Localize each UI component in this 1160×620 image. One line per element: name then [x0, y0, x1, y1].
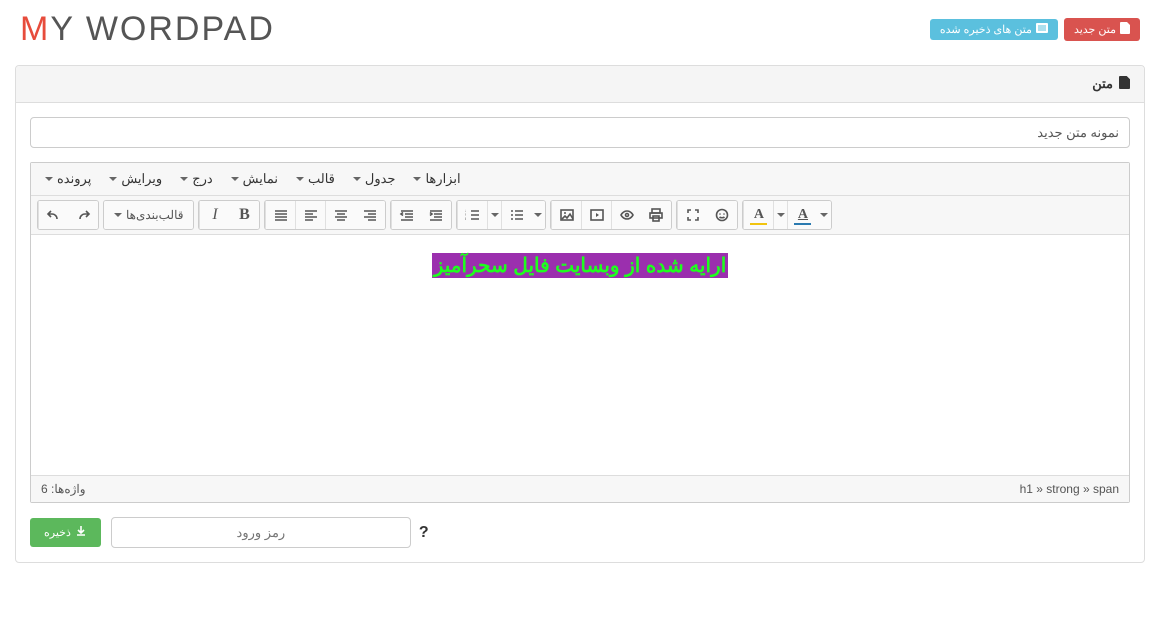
align-justify-button[interactable] — [265, 201, 295, 229]
title-input[interactable] — [30, 117, 1130, 148]
outdent-button[interactable] — [391, 201, 421, 229]
caret-icon — [296, 177, 304, 181]
undo-button[interactable] — [38, 201, 68, 229]
saved-texts-label: متن های ذخیره شده — [940, 23, 1032, 36]
saved-texts-button[interactable]: متن های ذخیره شده — [930, 19, 1058, 40]
content-area[interactable]: ارایه شده از وبسایت فایل سحرآمیز — [31, 235, 1129, 475]
password-input[interactable] — [111, 517, 411, 548]
group-lists: 123 — [456, 200, 546, 230]
emoticons-button[interactable] — [707, 201, 737, 229]
save-button[interactable]: ذخیره — [30, 518, 101, 547]
panel-body: پرونده ویرایش درج نمایش قالب جدول ابزاره… — [16, 103, 1144, 562]
align-center-button[interactable] — [325, 201, 355, 229]
menu-edit[interactable]: ویرایش — [101, 167, 170, 191]
menu-tools[interactable]: ابزارها — [405, 167, 468, 191]
editor-panel: متن پرونده ویرایش درج نمایش قالب جدول اب… — [15, 65, 1145, 563]
menubar: پرونده ویرایش درج نمایش قالب جدول ابزاره… — [31, 163, 1129, 196]
caret-icon — [491, 213, 499, 217]
panel-title: متن — [1092, 76, 1113, 92]
caret-icon — [413, 177, 421, 181]
media-button[interactable] — [581, 201, 611, 229]
formats-dropdown[interactable]: قالب‌بندی‌ها — [104, 201, 193, 229]
group-color: A A — [742, 200, 832, 230]
caret-icon — [180, 177, 188, 181]
numbered-list-caret[interactable] — [487, 201, 501, 229]
group-align — [264, 200, 386, 230]
toolbar: قالب‌بندی‌ها I B — [31, 196, 1129, 235]
print-button[interactable] — [641, 201, 671, 229]
menu-format[interactable]: قالب — [288, 167, 343, 191]
caret-icon — [109, 177, 117, 181]
align-left-button[interactable] — [295, 201, 325, 229]
editor-content: ارایه شده از وبسایت فایل سحرآمیز — [432, 253, 729, 278]
help-icon[interactable]: ? — [419, 524, 429, 542]
group-insert — [550, 200, 672, 230]
statusbar: h1 » strong » span واژه‌ها: 6 — [31, 475, 1129, 502]
word-count: واژه‌ها: 6 — [41, 482, 86, 496]
group-basic: I B — [198, 200, 260, 230]
logo-rest: Y WORDPAD — [50, 10, 275, 48]
list-icon — [1036, 23, 1048, 36]
bold-button[interactable]: B — [229, 201, 259, 229]
caret-icon — [45, 177, 53, 181]
italic-button[interactable]: I — [199, 201, 229, 229]
backcolor-caret[interactable] — [773, 201, 787, 229]
caret-icon — [534, 213, 542, 217]
logo: MY WORDPAD — [20, 10, 275, 49]
file-icon — [1119, 76, 1130, 92]
caret-icon — [777, 213, 785, 217]
redo-button[interactable] — [68, 201, 98, 229]
caret-icon — [353, 177, 361, 181]
bullet-list-button[interactable] — [501, 201, 531, 229]
editor: پرونده ویرایش درج نمایش قالب جدول ابزاره… — [30, 162, 1130, 503]
panel-header: متن — [16, 66, 1144, 103]
new-text-label: متن جدید — [1074, 23, 1116, 36]
menu-view[interactable]: نمایش — [223, 167, 286, 191]
top-bar: متن جدید متن های ذخیره شده MY WORDPAD — [0, 0, 1160, 57]
svg-text:3: 3 — [465, 216, 467, 221]
menu-insert[interactable]: درج — [172, 167, 220, 191]
numbered-list-button[interactable]: 123 — [457, 201, 487, 229]
forecolor-button[interactable]: A — [787, 201, 817, 229]
indent-button[interactable] — [421, 201, 451, 229]
preview-button[interactable] — [611, 201, 641, 229]
element-path[interactable]: h1 » strong » span — [1020, 482, 1119, 496]
menu-file[interactable]: پرونده — [37, 167, 99, 191]
image-button[interactable] — [551, 201, 581, 229]
group-misc — [676, 200, 738, 230]
fullscreen-button[interactable] — [677, 201, 707, 229]
group-history — [37, 200, 99, 230]
download-icon — [75, 525, 87, 540]
group-indent — [390, 200, 452, 230]
align-right-button[interactable] — [355, 201, 385, 229]
logo-m: M — [20, 10, 50, 48]
menu-table[interactable]: جدول — [345, 167, 404, 191]
forecolor-caret[interactable] — [817, 201, 831, 229]
caret-icon — [820, 213, 828, 217]
save-label: ذخیره — [44, 526, 71, 539]
new-text-button[interactable]: متن جدید — [1064, 18, 1140, 41]
caret-icon — [114, 213, 122, 217]
file-icon — [1120, 22, 1130, 37]
backcolor-button[interactable]: A — [743, 201, 773, 229]
password-group: ? — [111, 517, 429, 548]
footer-row: ذخیره ? — [30, 517, 1130, 548]
bullet-list-caret[interactable] — [531, 201, 545, 229]
caret-icon — [231, 177, 239, 181]
group-formats: قالب‌بندی‌ها — [103, 200, 194, 230]
